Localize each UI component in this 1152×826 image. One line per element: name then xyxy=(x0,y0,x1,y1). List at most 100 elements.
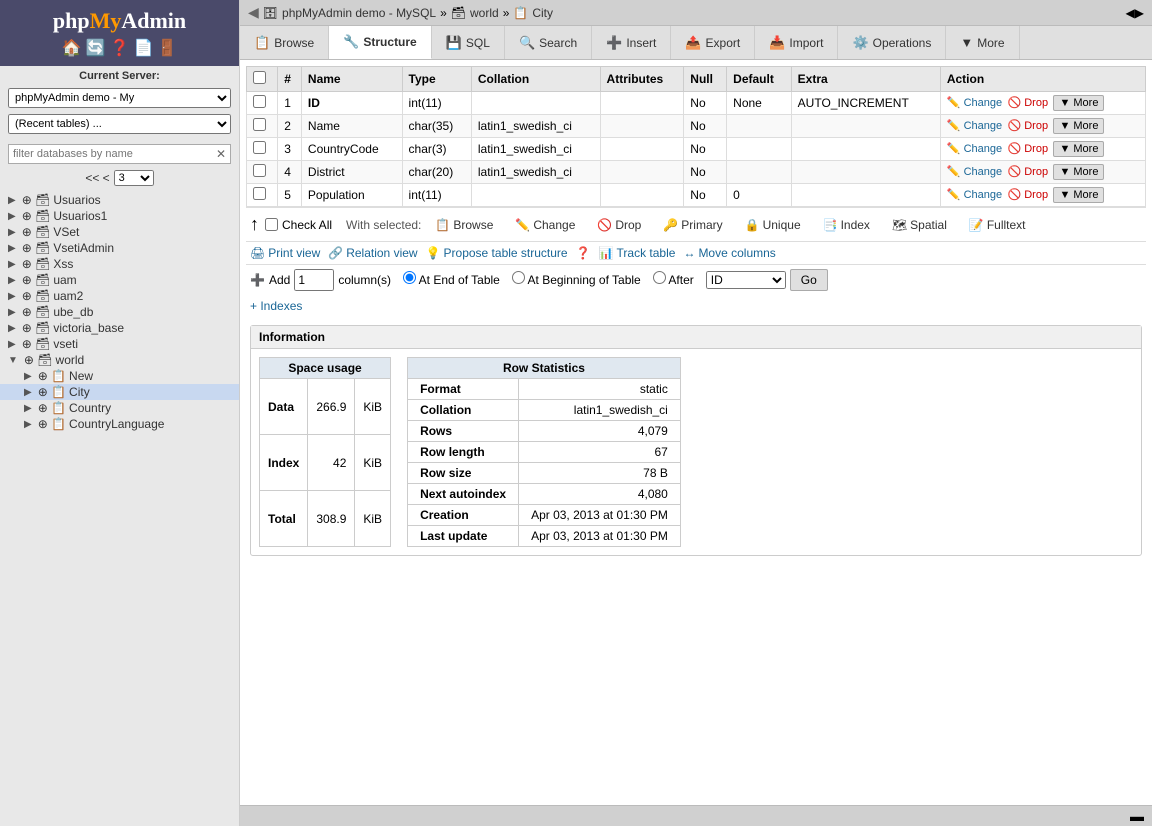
nav-back-arrow[interactable]: ◀ xyxy=(248,4,259,21)
filter-clear-button[interactable]: ✕ xyxy=(212,145,230,163)
add-column-count[interactable] xyxy=(294,269,334,291)
drop-action-btn[interactable]: 🚫 Drop xyxy=(589,215,649,235)
tab-more[interactable]: ▼ More xyxy=(946,26,1019,59)
at-end-radio[interactable] xyxy=(403,271,416,284)
server-select[interactable]: phpMyAdmin demo - My xyxy=(8,88,231,108)
import-tab-icon: 📥 xyxy=(769,35,785,51)
propose-structure-link[interactable]: 💡 Propose table structure xyxy=(426,246,568,260)
move-columns-link[interactable]: ↔ Move columns xyxy=(683,246,775,260)
at-beginning-radio[interactable] xyxy=(512,271,525,284)
sidebar-item-world[interactable]: ▼ ⊕ 🗃 world xyxy=(0,352,239,368)
select-all-checkbox[interactable] xyxy=(253,71,266,84)
more-dropdown[interactable]: ▼ More xyxy=(1053,141,1104,157)
breadcrumb-database[interactable]: world xyxy=(470,6,499,20)
propose-help-icon[interactable]: ❓ xyxy=(576,246,591,260)
breadcrumb-server[interactable]: phpMyAdmin demo - MySQL xyxy=(282,6,436,20)
track-table-link[interactable]: 📊 Track table xyxy=(599,246,676,260)
current-server-label: Current Server: xyxy=(0,66,239,84)
tab-search[interactable]: 🔍 Search xyxy=(505,26,592,59)
pagination-prev[interactable]: << < xyxy=(85,171,109,185)
drop-link[interactable]: 🚫 Drop xyxy=(1007,143,1048,155)
after-radio[interactable] xyxy=(653,271,666,284)
tab-sql[interactable]: 💾 SQL xyxy=(432,26,505,59)
change-link[interactable]: ✏️ Change xyxy=(947,189,1002,201)
fulltext-action-btn[interactable]: 📝 Fulltext xyxy=(961,215,1034,235)
sidebar-item-usuarios1[interactable]: ▶ ⊕ 🗃 Usuarios1 xyxy=(0,208,239,224)
drop-link[interactable]: 🚫 Drop xyxy=(1007,166,1048,178)
tab-export[interactable]: 📤 Export xyxy=(671,26,755,59)
drop-link[interactable]: 🚫 Drop xyxy=(1007,120,1048,132)
footer-collapse-icon[interactable]: ▬ xyxy=(1130,808,1144,824)
unique-action-btn[interactable]: 🔒 Unique xyxy=(737,215,809,235)
tab-operations[interactable]: ⚙️ Operations xyxy=(838,26,946,59)
sidebar-item-world-countrylanguage[interactable]: ▶ ⊕ 📋 CountryLanguage xyxy=(0,416,239,432)
breadcrumb-collapse-icon[interactable]: ◀▶ xyxy=(1126,6,1144,20)
refresh-icon[interactable]: 🔄 xyxy=(86,38,106,58)
index-action-btn[interactable]: 📑 Index xyxy=(815,215,878,235)
sidebar-item-victoria_base[interactable]: ▶ ⊕ 🗃 victoria_base xyxy=(0,320,239,336)
go-button[interactable]: Go xyxy=(790,269,828,291)
breadcrumb-table[interactable]: City xyxy=(532,6,553,20)
change-link[interactable]: ✏️ Change xyxy=(947,166,1002,178)
logout-icon[interactable]: 🚪 xyxy=(157,38,177,58)
page-select[interactable]: 3 xyxy=(114,170,154,186)
print-view-link[interactable]: 🖨 Print view xyxy=(250,246,320,260)
sidebar-item-usuarios[interactable]: ▶ ⊕ 🗃 Usuarios xyxy=(0,192,239,208)
recent-tables-select[interactable]: (Recent tables) ... xyxy=(8,114,231,134)
change-link[interactable]: ✏️ Change xyxy=(947,143,1002,155)
sidebar-item-vset[interactable]: ▶ ⊕ 🗃 VSet xyxy=(0,224,239,240)
row-checkbox[interactable] xyxy=(253,141,266,154)
sidebar-item-ube_db[interactable]: ▶ ⊕ 🗃 ube_db xyxy=(0,304,239,320)
tab-structure-label: Structure xyxy=(363,35,416,49)
indexes-link[interactable]: + Indexes xyxy=(250,299,302,313)
relation-view-link[interactable]: 🔗 Relation view xyxy=(328,246,417,260)
tab-insert[interactable]: ➕ Insert xyxy=(592,26,671,59)
at-end-option[interactable]: At End of Table xyxy=(403,271,500,289)
sidebar-item-world-city[interactable]: ▶ ⊕ 📋 City xyxy=(0,384,239,400)
home-icon[interactable]: 🏠 xyxy=(62,38,82,58)
filter-databases-input[interactable] xyxy=(9,146,212,162)
tab-structure[interactable]: 🔧 Structure xyxy=(329,26,432,59)
tab-browse-label: Browse xyxy=(274,36,314,50)
logo-php: php xyxy=(53,8,90,33)
change-action-btn[interactable]: ✏️ Change xyxy=(507,215,583,235)
sidebar-item-vseti[interactable]: ▶ ⊕ 🗃 vseti xyxy=(0,336,239,352)
settings-icon[interactable]: 📄 xyxy=(133,38,153,58)
check-all-checkbox[interactable] xyxy=(265,218,278,231)
space-label: Data xyxy=(260,379,308,435)
sidebar-item-uam[interactable]: ▶ ⊕ 🗃 uam xyxy=(0,272,239,288)
tab-import[interactable]: 📥 Import xyxy=(755,26,838,59)
col-collation: Collation xyxy=(471,67,600,92)
change-link[interactable]: ✏️ Change xyxy=(947,120,1002,132)
sidebar-item-uam2[interactable]: ▶ ⊕ 🗃 uam2 xyxy=(0,288,239,304)
more-dropdown[interactable]: ▼ More xyxy=(1053,187,1104,203)
at-beginning-option[interactable]: At Beginning of Table xyxy=(512,271,641,289)
structure-table: # Name Type Collation Attributes Null De… xyxy=(246,66,1146,207)
row-checkbox[interactable] xyxy=(253,164,266,177)
sidebar-item-world-country[interactable]: ▶ ⊕ 📋 Country xyxy=(0,400,239,416)
logo[interactable]: phpMyAdmin xyxy=(8,8,231,34)
arrow-up-icon[interactable]: ↑ xyxy=(250,214,259,235)
sidebar-item-vsetiadmin[interactable]: ▶ ⊕ 🗃 VsetiAdmin xyxy=(0,240,239,256)
primary-action-btn[interactable]: 🔑 Primary xyxy=(655,215,730,235)
sidebar-item-world-new[interactable]: ▶ ⊕ 📋 New xyxy=(0,368,239,384)
row-checkbox[interactable] xyxy=(253,95,266,108)
spatial-action-btn[interactable]: 🗺 Spatial xyxy=(884,215,955,235)
drop-link[interactable]: 🚫 Drop xyxy=(1007,97,1048,109)
help-icon[interactable]: ❓ xyxy=(110,38,130,58)
sidebar-item-xss[interactable]: ▶ ⊕ 🗃 Xss xyxy=(0,256,239,272)
more-dropdown[interactable]: ▼ More xyxy=(1053,95,1104,111)
change-link[interactable]: ✏️ Change xyxy=(947,97,1002,109)
db-icon: ⊕ 🗃 xyxy=(22,321,51,335)
drop-link[interactable]: 🚫 Drop xyxy=(1007,189,1048,201)
row-checkbox[interactable] xyxy=(253,187,266,200)
more-dropdown[interactable]: ▼ More xyxy=(1053,164,1104,180)
after-column-select[interactable]: ID Name CountryCode District Population xyxy=(706,271,786,289)
row-checkbox[interactable] xyxy=(253,118,266,131)
space-value: 42 xyxy=(308,435,355,491)
more-dropdown[interactable]: ▼ More xyxy=(1053,118,1104,134)
tab-browse[interactable]: 📋 Browse xyxy=(240,26,329,59)
browse-action-btn[interactable]: 📋 Browse xyxy=(427,215,501,235)
after-option[interactable]: After xyxy=(653,271,694,289)
browse-action-icon: 📋 xyxy=(435,218,450,232)
